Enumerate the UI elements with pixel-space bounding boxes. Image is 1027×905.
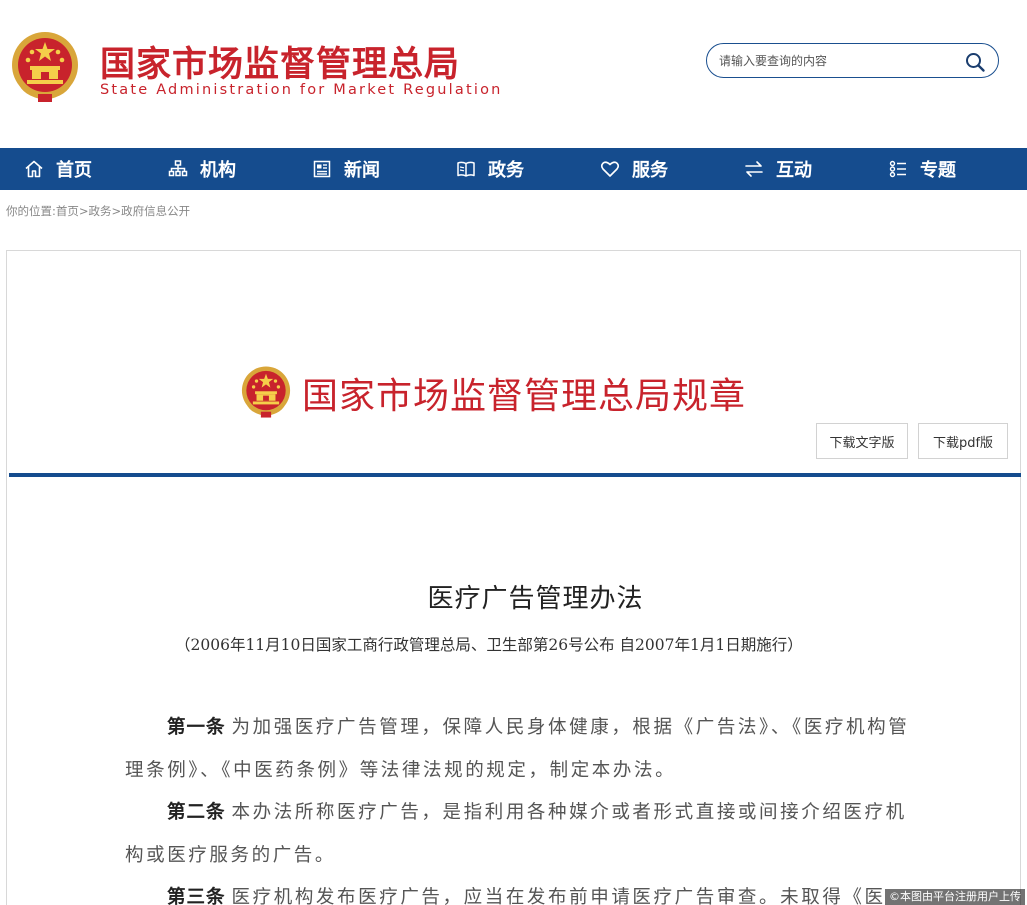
home-icon	[25, 160, 43, 178]
document-subtitle: （2006年11月10日国家工商行政管理总局、卫生部第26号公布 自2007年1…	[175, 636, 803, 654]
breadcrumb-prefix: 你的位置:	[6, 204, 56, 218]
breadcrumb-separator: >	[78, 204, 89, 218]
nav-label: 首页	[56, 160, 92, 181]
breadcrumb: 你的位置:首页>政务>政府信息公开	[6, 203, 190, 219]
news-icon	[313, 160, 331, 178]
article-paragraph: 第三条 医疗机构发布医疗广告，应当在发布前申请医疗广告审查。未取得《医	[125, 876, 915, 905]
nav-item-news[interactable]: 新闻	[312, 148, 380, 190]
article-text: 医疗机构发布医疗广告，应当在发布前申请医疗广告审查。未取得《医	[231, 887, 886, 905]
breadcrumb-link-gov-info[interactable]: 政府信息公开	[121, 204, 190, 218]
article-paragraph: 第一条 为加强医疗广告管理，保障人民身体健康，根据《广告法》、《医疗机构管理条例》…	[125, 706, 915, 792]
national-emblem-icon[interactable]	[10, 30, 80, 104]
nav-label: 服务	[632, 160, 668, 181]
nav-item-home[interactable]: 首页	[24, 148, 92, 190]
article-text: 为加强医疗广告管理，保障人民身体健康，根据《广告法》、《医疗机构管理条例》、《中…	[125, 717, 910, 781]
article-heading: 第二条	[167, 802, 226, 823]
article-paragraph: 第二条 本办法所称医疗广告，是指利用各种媒介或者形式直接或间接介绍医疗机构或医疗服…	[125, 791, 915, 877]
nav-label: 政务	[488, 160, 524, 181]
breadcrumb-link-home[interactable]: 首页	[56, 204, 79, 218]
nav-item-topics[interactable]: 专题	[888, 148, 956, 190]
search-icon[interactable]	[964, 51, 986, 73]
article-text: 本办法所称医疗广告，是指利用各种媒介或者形式直接或间接介绍医疗机构或医疗服务的广…	[125, 802, 907, 866]
regulation-banner-title: 国家市场监督管理总局规章	[302, 376, 747, 417]
article-heading: 第三条	[167, 887, 226, 905]
search-box	[706, 43, 999, 78]
document-title: 医疗广告管理办法	[427, 584, 644, 614]
download-pdf-button[interactable]: 下载pdf版	[918, 423, 1008, 459]
nav-label: 专题	[920, 160, 956, 181]
nav-item-interact[interactable]: 互动	[744, 148, 812, 190]
nav-label: 新闻	[344, 160, 380, 181]
upload-watermark: ©本图由平台注册用户上传	[885, 889, 1025, 905]
nav-item-services[interactable]: 服务	[600, 148, 668, 190]
topics-list-icon	[889, 160, 906, 178]
breadcrumb-separator: >	[111, 204, 122, 218]
nav-item-affairs[interactable]: 政务	[456, 148, 524, 190]
site-title-cn[interactable]: 国家市场监督管理总局	[100, 36, 460, 87]
content-panel: 国家市场监督管理总局规章 下载文字版 下载pdf版 医疗广告管理办法 （2006…	[6, 250, 1021, 905]
search-input[interactable]	[719, 51, 959, 71]
site-header: 国家市场监督管理总局 State Administration for Mark…	[0, 0, 1027, 148]
nav-label: 机构	[200, 160, 236, 181]
exchange-arrows-icon	[745, 161, 763, 177]
download-text-button[interactable]: 下载文字版	[816, 423, 908, 459]
site-title-en: State Administration for Market Regulati…	[100, 82, 503, 98]
article-heading: 第一条	[167, 717, 226, 738]
heart-icon	[600, 161, 620, 177]
national-emblem-icon	[241, 366, 291, 418]
nav-label: 互动	[776, 160, 812, 181]
section-divider	[9, 473, 1021, 477]
breadcrumb-link-affairs[interactable]: 政务	[89, 204, 112, 218]
nav-item-org[interactable]: 机构	[168, 148, 236, 190]
org-chart-icon	[168, 160, 188, 177]
book-icon	[457, 161, 475, 177]
main-nav: 首页 机构 新闻 政务 服务 互动 专题	[0, 148, 1027, 190]
